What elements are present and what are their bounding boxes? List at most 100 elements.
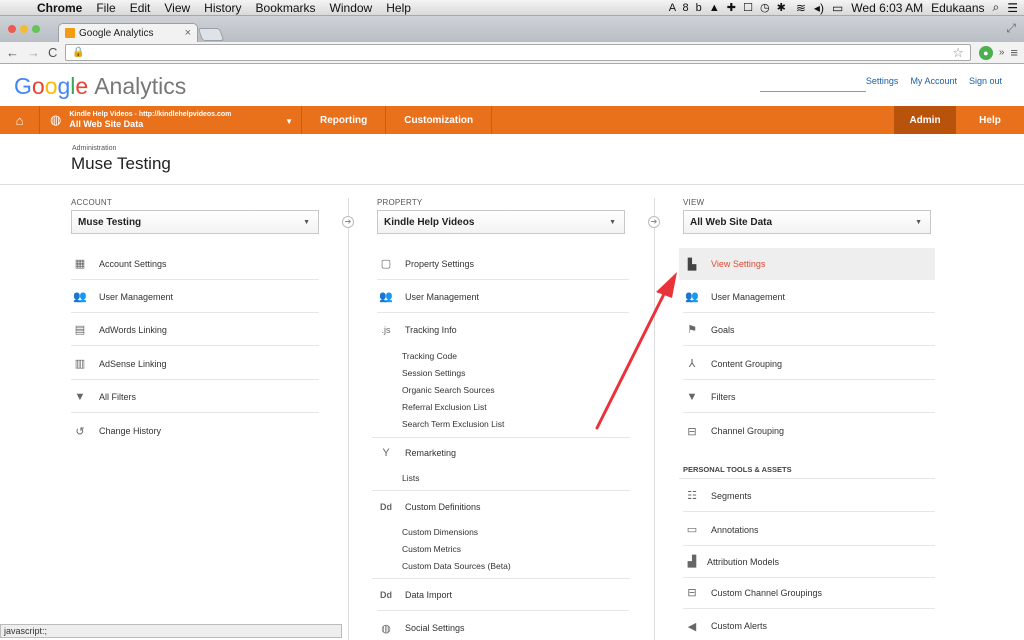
goals-link[interactable]: ⚑ Goals — [683, 314, 935, 346]
mac-menu-bar: Chrome File Edit View History Bookmarks … — [0, 0, 1024, 16]
tab-reporting[interactable]: Reporting — [302, 106, 387, 134]
tray-icons[interactable]: A 8 b ▲ ✚ ☐ ◷ ✱ — [669, 1, 788, 14]
custom-metrics-link[interactable]: Custom Metrics — [402, 544, 461, 554]
ga-header: Google Analytics Settings My Account Sign… — [0, 65, 1024, 106]
tab-strip: Google Analytics × ⤢ — [0, 16, 1024, 42]
grouping-icon: ⅄ — [688, 358, 696, 370]
sign-out-link[interactable]: Sign out — [969, 76, 1002, 86]
menu-chrome[interactable]: Chrome — [30, 1, 89, 15]
property-user-management-link[interactable]: 👥 User Management — [377, 281, 629, 313]
menu-bookmarks[interactable]: Bookmarks — [249, 1, 323, 15]
account-dropdown[interactable]: Muse Testing ▼ — [71, 210, 319, 234]
change-history-link[interactable]: ↺ Change History — [71, 415, 319, 447]
google-analytics-logo[interactable]: Google Analytics — [14, 73, 186, 100]
account-label: ACCOUNT — [71, 198, 112, 207]
menu-history[interactable]: History — [197, 1, 248, 15]
tab-customization[interactable]: Customization — [386, 106, 493, 134]
minimize-window-icon[interactable] — [20, 25, 28, 33]
lock-icon: 🔒 — [72, 47, 85, 58]
list-icon[interactable]: ☰ — [1007, 1, 1018, 15]
bookmark-star-icon[interactable]: ☆ — [952, 45, 964, 61]
reload-icon[interactable]: C — [48, 45, 57, 60]
remarketing-icon: Y — [382, 447, 390, 459]
property-dropdown[interactable]: Kindle Help Videos ▼ — [377, 210, 625, 234]
close-tab-icon[interactable]: × — [185, 27, 191, 39]
tracking-code-link[interactable]: Tracking Code — [402, 351, 457, 361]
segments-link[interactable]: ☷ Segments — [683, 480, 935, 512]
user-name[interactable]: Edukaans — [931, 1, 984, 15]
property-settings-link[interactable]: ▢ Property Settings — [377, 248, 629, 280]
status-bar: javascript:; — [0, 624, 342, 638]
menu-file[interactable]: File — [89, 1, 122, 15]
globe-icon: ◍ — [381, 622, 391, 635]
back-icon[interactable]: ← — [6, 45, 19, 60]
chevron-down-icon: ▼ — [303, 219, 310, 226]
top-links: Settings My Account Sign out — [866, 76, 1002, 86]
flag-icon: ⚑ — [687, 324, 697, 336]
dd-icon: Dd — [380, 502, 392, 512]
tracking-info-link[interactable]: .js Tracking Info — [377, 314, 629, 346]
close-window-icon[interactable] — [8, 25, 16, 33]
custom-alerts-link[interactable]: ◀ Custom Alerts — [683, 610, 935, 640]
history-icon: ↺ — [75, 425, 85, 438]
menu-help[interactable]: Help — [379, 1, 418, 15]
account-user-management-link[interactable]: 👥 User Management — [71, 281, 319, 313]
custom-dimensions-link[interactable]: Custom Dimensions — [402, 527, 478, 537]
header-search-field[interactable] — [760, 91, 866, 92]
channel-icon: ⊟ — [687, 425, 697, 438]
battery-icon[interactable]: ▭ — [832, 1, 843, 15]
all-filters-link[interactable]: ▼ All Filters — [71, 381, 319, 413]
globe-icon: ◍ — [50, 112, 62, 127]
account-selector[interactable]: ◍ Kindle Help Videos - http://kindlehelp… — [40, 106, 302, 134]
attribution-icon: ▟ — [687, 556, 697, 568]
spotlight-icon[interactable]: ⌕ — [993, 0, 1000, 15]
document-icon: ▙ — [687, 258, 697, 271]
my-account-link[interactable]: My Account — [910, 76, 957, 86]
volume-icon[interactable]: ◂) — [814, 1, 824, 15]
view-dropdown[interactable]: All Web Site Data ▼ — [683, 210, 931, 234]
adsense-linking-link[interactable]: ▥ AdSense Linking — [71, 348, 319, 380]
social-settings-link[interactable]: ◍ Social Settings — [377, 612, 629, 640]
new-tab-button[interactable] — [197, 28, 225, 41]
filters-link[interactable]: ▼ Filters — [683, 381, 935, 413]
home-icon[interactable]: ⌂ — [0, 106, 40, 134]
window-icon: ▢ — [380, 258, 392, 270]
custom-definitions-link[interactable]: Dd Custom Definitions — [377, 491, 629, 523]
chrome-menu-icon[interactable]: ≡ — [1010, 45, 1018, 60]
adwords-linking-link[interactable]: ▤ AdWords Linking — [71, 314, 319, 346]
extension-icon[interactable]: ● — [978, 45, 993, 60]
tab-admin[interactable]: Admin — [894, 106, 956, 134]
remarketing-link[interactable]: Y Remarketing — [377, 437, 629, 469]
data-import-link[interactable]: Dd Data Import — [377, 579, 629, 611]
page-title: Muse Testing — [71, 154, 171, 173]
address-bar[interactable]: 🔒 ☆ — [65, 44, 971, 61]
content-grouping-link[interactable]: ⅄ Content Grouping — [683, 348, 935, 380]
zoom-window-icon[interactable] — [32, 25, 40, 33]
fullscreen-icon[interactable]: ⤢ — [1006, 21, 1016, 36]
tab-google-analytics[interactable]: Google Analytics × — [58, 23, 198, 42]
session-settings-link[interactable]: Session Settings — [402, 368, 465, 378]
search-term-exclusion-list-link[interactable]: Search Term Exclusion List — [402, 419, 504, 429]
annotations-link[interactable]: ▭ Annotations — [683, 514, 935, 546]
custom-data-sources-link[interactable]: Custom Data Sources (Beta) — [402, 561, 511, 571]
forward-icon[interactable]: → — [27, 45, 40, 60]
channel-grouping-link[interactable]: ⊟ Channel Grouping — [683, 415, 935, 447]
menu-window[interactable]: Window — [323, 1, 380, 15]
referral-exclusion-list-link[interactable]: Referral Exclusion List — [402, 402, 487, 412]
clock[interactable]: Wed 6:03 AM — [851, 1, 923, 15]
view-settings-link[interactable]: ▙ View Settings — [679, 248, 935, 280]
tab-help[interactable]: Help — [956, 106, 1024, 134]
menu-edit[interactable]: Edit — [123, 1, 158, 15]
wifi-icon[interactable]: ≋ — [796, 1, 806, 15]
account-settings-link[interactable]: ▦ Account Settings — [71, 248, 319, 280]
organic-search-sources-link[interactable]: Organic Search Sources — [402, 385, 495, 395]
view-name: All Web Site Data — [69, 119, 144, 129]
lists-link[interactable]: Lists — [402, 473, 419, 483]
settings-link[interactable]: Settings — [866, 76, 899, 86]
custom-channel-groupings-link[interactable]: ⊟ Custom Channel Groupings — [683, 577, 935, 609]
view-user-management-link[interactable]: 👥 User Management — [683, 281, 935, 313]
overflow-icon[interactable]: » — [999, 47, 1005, 58]
menu-view[interactable]: View — [157, 1, 197, 15]
breadcrumb: Administration — [72, 145, 117, 152]
attribution-models-link[interactable]: ▟ Attribution Models — [683, 546, 935, 578]
